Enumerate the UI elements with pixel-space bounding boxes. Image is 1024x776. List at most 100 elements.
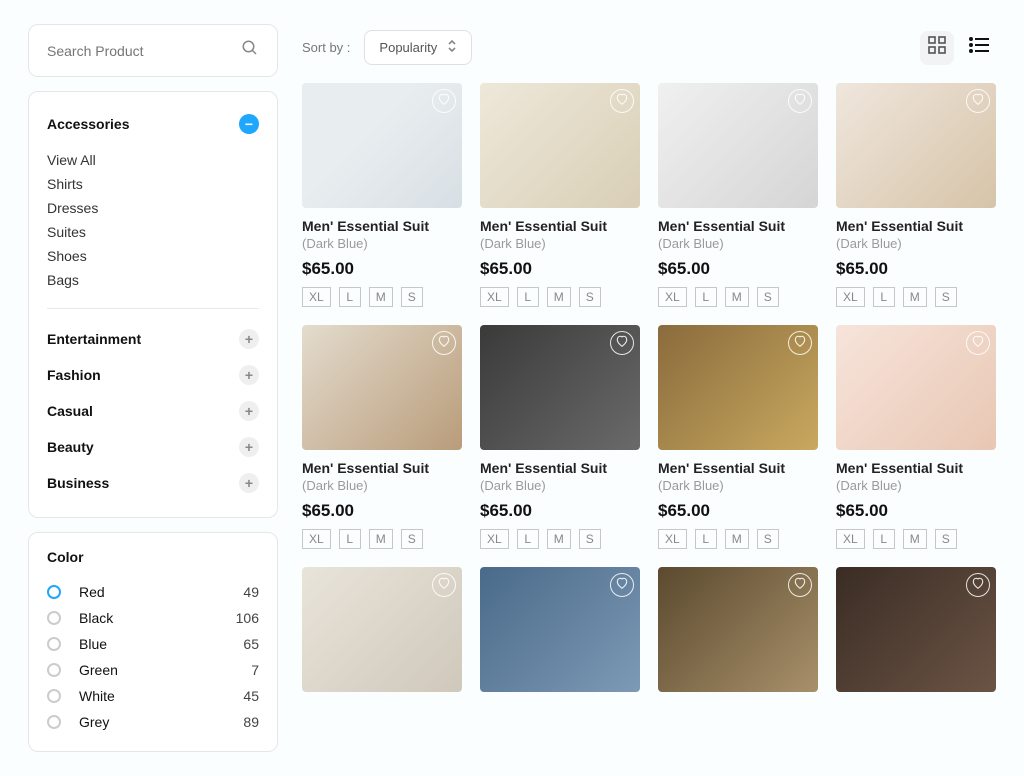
- size-option[interactable]: L: [695, 287, 717, 307]
- product-card[interactable]: [836, 567, 996, 692]
- product-card[interactable]: Men' Essential Suit (Dark Blue) $65.00 X…: [658, 83, 818, 307]
- color-filter-panel: Color Red49Black106Blue65Green7White45Gr…: [28, 532, 278, 752]
- size-option[interactable]: M: [725, 287, 749, 307]
- product-image[interactable]: [302, 325, 462, 450]
- search-input[interactable]: [47, 43, 241, 59]
- category-casual[interactable]: Casual+: [47, 393, 259, 429]
- favorite-button[interactable]: [432, 89, 456, 113]
- search-icon[interactable]: [241, 39, 259, 62]
- favorite-button[interactable]: [788, 89, 812, 113]
- product-image[interactable]: [480, 325, 640, 450]
- expand-icon[interactable]: +: [239, 329, 259, 349]
- product-card[interactable]: Men' Essential Suit (Dark Blue) $65.00 X…: [836, 83, 996, 307]
- product-image[interactable]: [302, 83, 462, 208]
- favorite-button[interactable]: [610, 331, 634, 355]
- expand-icon[interactable]: +: [239, 365, 259, 385]
- category-business[interactable]: Business+: [47, 465, 259, 501]
- favorite-button[interactable]: [610, 573, 634, 597]
- favorite-button[interactable]: [966, 573, 990, 597]
- color-option-blue[interactable]: Blue65: [47, 631, 259, 657]
- size-option[interactable]: XL: [836, 287, 865, 307]
- product-card[interactable]: [302, 567, 462, 692]
- expand-icon[interactable]: +: [239, 401, 259, 421]
- category-item[interactable]: Bags: [47, 268, 259, 292]
- product-variant: (Dark Blue): [302, 478, 462, 493]
- size-option[interactable]: L: [517, 287, 539, 307]
- size-option[interactable]: L: [339, 287, 361, 307]
- product-card[interactable]: Men' Essential Suit (Dark Blue) $65.00 X…: [836, 325, 996, 549]
- expand-icon[interactable]: +: [239, 437, 259, 457]
- size-option[interactable]: XL: [658, 287, 687, 307]
- product-card[interactable]: Men' Essential Suit (Dark Blue) $65.00 X…: [302, 325, 462, 549]
- favorite-button[interactable]: [610, 89, 634, 113]
- category-beauty[interactable]: Beauty+: [47, 429, 259, 465]
- color-option-red[interactable]: Red49: [47, 579, 259, 605]
- category-item[interactable]: Suites: [47, 220, 259, 244]
- size-option[interactable]: M: [369, 529, 393, 549]
- size-option[interactable]: S: [401, 529, 423, 549]
- category-accessories[interactable]: Accessories −: [47, 108, 259, 140]
- size-option[interactable]: L: [873, 529, 895, 549]
- category-item[interactable]: View All: [47, 148, 259, 172]
- product-image[interactable]: [836, 567, 996, 692]
- product-card[interactable]: [658, 567, 818, 692]
- sort-dropdown[interactable]: Popularity: [364, 30, 472, 65]
- size-option[interactable]: M: [725, 529, 749, 549]
- product-image[interactable]: [658, 325, 818, 450]
- color-option-black[interactable]: Black106: [47, 605, 259, 631]
- size-option[interactable]: L: [339, 529, 361, 549]
- size-option[interactable]: M: [547, 529, 571, 549]
- category-item[interactable]: Dresses: [47, 196, 259, 220]
- product-name: Men' Essential Suit: [836, 460, 996, 476]
- size-option[interactable]: XL: [302, 529, 331, 549]
- product-card[interactable]: Men' Essential Suit (Dark Blue) $65.00 X…: [658, 325, 818, 549]
- product-image[interactable]: [836, 325, 996, 450]
- size-option[interactable]: S: [579, 287, 601, 307]
- collapse-icon[interactable]: −: [239, 114, 259, 134]
- product-image[interactable]: [836, 83, 996, 208]
- category-fashion[interactable]: Fashion+: [47, 357, 259, 393]
- size-option[interactable]: XL: [480, 529, 509, 549]
- grid-view-button[interactable]: [920, 31, 954, 65]
- product-card[interactable]: [480, 567, 640, 692]
- size-option[interactable]: M: [369, 287, 393, 307]
- size-option[interactable]: M: [903, 529, 927, 549]
- size-option[interactable]: L: [695, 529, 717, 549]
- favorite-button[interactable]: [966, 331, 990, 355]
- product-image[interactable]: [658, 567, 818, 692]
- product-card[interactable]: Men' Essential Suit (Dark Blue) $65.00 X…: [480, 83, 640, 307]
- expand-icon[interactable]: +: [239, 473, 259, 493]
- size-option[interactable]: L: [517, 529, 539, 549]
- size-option[interactable]: S: [757, 287, 779, 307]
- size-option[interactable]: XL: [480, 287, 509, 307]
- product-image[interactable]: [658, 83, 818, 208]
- size-option[interactable]: M: [547, 287, 571, 307]
- size-option[interactable]: XL: [658, 529, 687, 549]
- product-image[interactable]: [302, 567, 462, 692]
- favorite-button[interactable]: [432, 573, 456, 597]
- product-image[interactable]: [480, 567, 640, 692]
- category-item[interactable]: Shirts: [47, 172, 259, 196]
- favorite-button[interactable]: [788, 573, 812, 597]
- product-image[interactable]: [480, 83, 640, 208]
- category-entertainment[interactable]: Entertainment+: [47, 321, 259, 357]
- size-option[interactable]: XL: [302, 287, 331, 307]
- favorite-button[interactable]: [788, 331, 812, 355]
- product-card[interactable]: Men' Essential Suit (Dark Blue) $65.00 X…: [302, 83, 462, 307]
- color-option-grey[interactable]: Grey89: [47, 709, 259, 735]
- size-option[interactable]: S: [935, 529, 957, 549]
- size-option[interactable]: S: [757, 529, 779, 549]
- list-view-button[interactable]: [962, 31, 996, 65]
- size-option[interactable]: XL: [836, 529, 865, 549]
- size-option[interactable]: M: [903, 287, 927, 307]
- favorite-button[interactable]: [966, 89, 990, 113]
- size-option[interactable]: S: [579, 529, 601, 549]
- favorite-button[interactable]: [432, 331, 456, 355]
- size-option[interactable]: S: [935, 287, 957, 307]
- category-item[interactable]: Shoes: [47, 244, 259, 268]
- product-card[interactable]: Men' Essential Suit (Dark Blue) $65.00 X…: [480, 325, 640, 549]
- color-option-green[interactable]: Green7: [47, 657, 259, 683]
- size-option[interactable]: S: [401, 287, 423, 307]
- size-option[interactable]: L: [873, 287, 895, 307]
- color-option-white[interactable]: White45: [47, 683, 259, 709]
